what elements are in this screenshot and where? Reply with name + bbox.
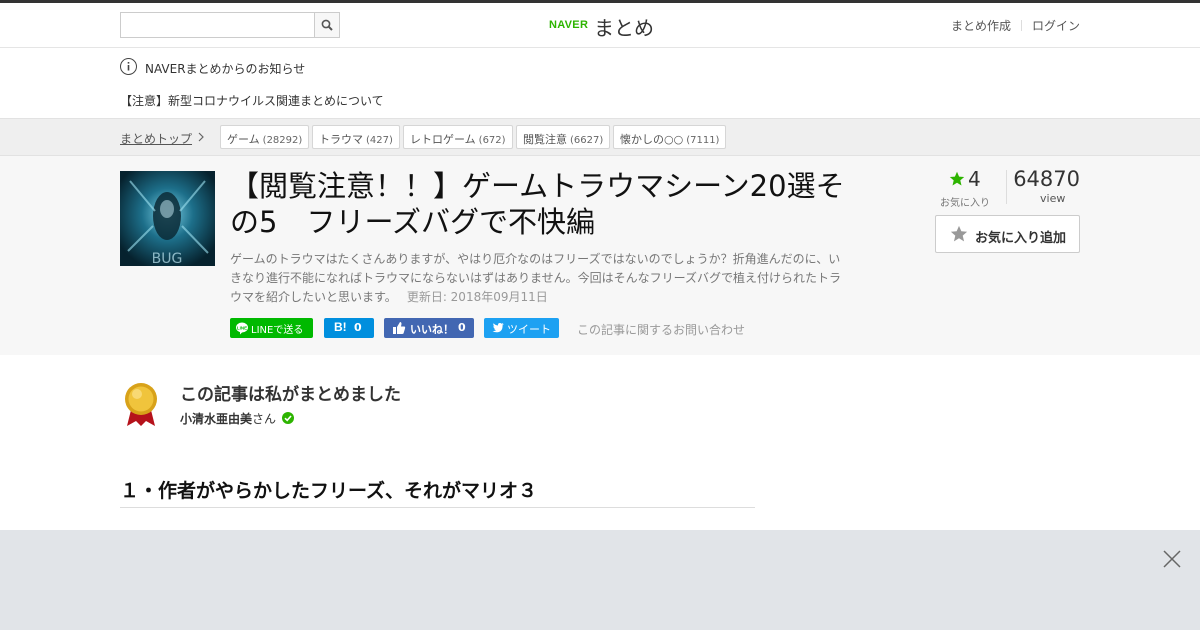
line-share-button[interactable]: LINE LINEで送る (230, 318, 313, 338)
article-thumbnail[interactable]: BUG (120, 171, 215, 266)
chevron-right-icon (198, 132, 204, 142)
logo-matome: まとめ (594, 16, 654, 40)
bottom-overlay-banner (0, 530, 1200, 630)
header-links: まとめ作成 ログイン (951, 17, 1080, 34)
tag-count: (6627) (570, 135, 604, 146)
tag-count: (28292) (262, 135, 303, 146)
notice-covid-link[interactable]: 【注意】新型コロナウイルス関連まとめについて (120, 92, 384, 109)
tag-viewer-warning[interactable]: 閲覧注意 (6627) (516, 125, 611, 149)
tag-label: レトロゲーム (410, 133, 476, 146)
article-header: BUG 【閲覧注意！！】ゲームトラウマシーン20選その5 フリーズバグで不快編 … (0, 156, 1200, 355)
add-favorite-label: お気に入り追加 (975, 231, 1067, 246)
tag-nostalgia[interactable]: 懐かしの○○ (7111) (613, 125, 727, 149)
breadcrumb-home-link[interactable]: まとめトップ (120, 130, 192, 147)
tag-count: (672) (478, 135, 506, 146)
favorites-label: お気に入り (940, 198, 990, 209)
search-button[interactable] (314, 13, 339, 37)
search-icon (321, 19, 333, 31)
notice-info-text: NAVERまとめからのお知らせ (145, 62, 306, 76)
author-suffix: さん (252, 412, 277, 426)
twitter-bird-icon (492, 323, 504, 333)
view-label: view (1040, 192, 1066, 205)
stats-divider (1006, 170, 1007, 204)
thumbnail-text: BUG (152, 251, 183, 266)
info-icon (120, 58, 137, 75)
breadcrumb: まとめトップ ゲーム (28292) トラウマ (427) レトロゲーム (672) … (0, 118, 1200, 156)
facebook-like-label: いいね！ (410, 323, 454, 336)
create-matome-link[interactable]: まとめ作成 (951, 19, 1011, 33)
verified-check-icon (282, 412, 295, 424)
tag-retro-game[interactable]: レトロゲーム (672) (403, 125, 513, 149)
article-title: 【閲覧注意！！】ゲームトラウマシーン20選その5 フリーズバグで不快編 (230, 169, 845, 239)
tag-label: トラウマ (319, 133, 363, 146)
hatena-b-icon: B! (334, 320, 347, 334)
article-updated-date: 更新日: 2018年09月11日 (406, 290, 548, 304)
tag-count: (7111) (686, 135, 720, 146)
tag-trauma[interactable]: トラウマ (427) (312, 125, 400, 149)
star-outline-icon (950, 225, 968, 242)
gold-medal-icon (125, 383, 157, 426)
hatena-bookmark-button[interactable]: B! 0 (324, 318, 374, 338)
article-description: ゲームのトラウマはたくさんありますが、やはり厄介なのはフリーズではないのでしょう… (230, 250, 850, 307)
login-link[interactable]: ログイン (1032, 19, 1080, 33)
facebook-like-button[interactable]: いいね！ 0 (384, 318, 474, 338)
tweet-button[interactable]: ツイート (484, 318, 559, 338)
tag-label: 閲覧注意 (523, 133, 567, 146)
tag-label: 懐かしの○○ (620, 133, 684, 146)
hatena-count: 0 (354, 321, 362, 334)
search-input[interactable] (121, 13, 315, 37)
close-icon[interactable] (1162, 549, 1182, 569)
tag-game[interactable]: ゲーム (28292) (220, 125, 310, 149)
header-divider (1020, 20, 1022, 31)
author-info: 小清水亜由美さん (180, 410, 295, 427)
svg-text:LINE: LINE (237, 326, 247, 331)
author-heading: この記事は私がまとめました (180, 385, 401, 405)
tag-label: ゲーム (227, 133, 260, 146)
favorites-count: 4 (968, 167, 981, 191)
search-box (120, 12, 340, 38)
thumbs-up-icon (393, 322, 406, 334)
tweet-label: ツイート (507, 323, 551, 336)
line-share-label: LINEで送る (251, 325, 304, 336)
line-icon: LINE (236, 322, 248, 335)
star-icon (949, 171, 965, 186)
site-header: NAVER まとめ まとめ作成 ログイン (0, 3, 1200, 48)
view-count: 64870 (1013, 167, 1080, 191)
facebook-like-count: 0 (458, 321, 466, 334)
article-contact-link[interactable]: この記事に関するお問い合わせ (577, 321, 745, 338)
section-heading: １・作者がやらかしたフリーズ、それがマリオ３ (120, 476, 755, 508)
author-name-link[interactable]: 小清水亜由美 (180, 412, 252, 426)
logo-naver: NAVER (549, 19, 589, 31)
add-favorite-button[interactable]: お気に入り追加 (935, 215, 1080, 253)
tag-count: (427) (366, 135, 393, 146)
